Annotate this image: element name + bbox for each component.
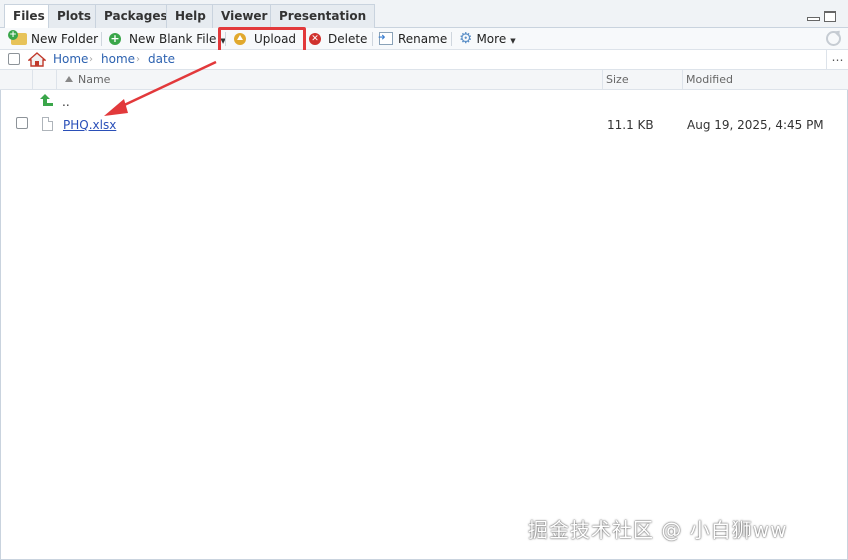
tab-viewer[interactable]: Viewer	[212, 4, 277, 28]
rename-icon	[378, 32, 393, 45]
breadcrumb-home[interactable]: Home	[53, 52, 88, 67]
select-all-checkbox[interactable]	[8, 53, 20, 65]
column-divider	[602, 70, 603, 90]
tab-plots[interactable]: Plots	[48, 4, 101, 28]
minimize-icon[interactable]	[807, 17, 820, 21]
more-label: More	[476, 32, 507, 46]
new-folder-button[interactable]: New Folder	[8, 29, 99, 48]
toolbar-divider	[101, 32, 102, 46]
breadcrumb-separator: ›	[136, 54, 140, 65]
column-divider	[682, 70, 683, 90]
tab-help[interactable]: Help	[166, 4, 215, 28]
new-folder-label: New Folder	[31, 32, 99, 46]
rename-button[interactable]: Rename	[378, 31, 448, 48]
column-modified[interactable]: Modified	[686, 70, 733, 90]
row-checkbox[interactable]	[16, 117, 28, 129]
tab-packages[interactable]: Packages	[95, 4, 177, 28]
more-options-button[interactable]: …	[826, 50, 848, 69]
sort-ascending-icon	[65, 76, 73, 82]
tab-files[interactable]: Files	[4, 4, 54, 29]
toolbar-divider	[372, 32, 373, 46]
new-blank-file-label: New Blank File	[129, 32, 217, 46]
toolbar-divider	[451, 32, 452, 46]
file-size: 11.1 KB	[607, 118, 654, 132]
maximize-icon[interactable]	[824, 11, 836, 22]
file-list-header: Name Size Modified	[0, 70, 848, 90]
column-name-label: Name	[78, 73, 111, 86]
gear-icon: ⚙	[459, 29, 473, 47]
table-row: PHQ.xlsx 11.1 KB Aug 19, 2025, 4:45 PM	[0, 114, 848, 136]
file-modified: Aug 19, 2025, 4:45 PM	[687, 118, 824, 132]
file-icon	[42, 117, 53, 131]
breadcrumb: Home › home › date …	[0, 50, 848, 70]
refresh-icon[interactable]	[826, 31, 841, 46]
home-icon[interactable]	[28, 52, 46, 67]
breadcrumb-home-dir[interactable]: home	[101, 52, 135, 67]
breadcrumb-separator: ›	[89, 54, 93, 65]
tab-presentation[interactable]: Presentation	[270, 4, 376, 28]
column-divider	[56, 70, 57, 90]
column-divider	[32, 70, 33, 90]
window-controls	[806, 11, 836, 23]
caret-down-icon: ▼	[510, 37, 516, 45]
rename-label: Rename	[398, 32, 448, 46]
tab-bar: Files Plots Packages Help Viewer Present…	[0, 0, 848, 29]
delete-label: Delete	[328, 32, 368, 46]
new-blank-file-button[interactable]: + New Blank File ▼	[109, 31, 226, 48]
plus-circle-icon: +	[109, 31, 121, 45]
column-size[interactable]: Size	[606, 70, 629, 90]
watermark-text: 掘金技术社区 @ 小白狮ww	[528, 518, 788, 542]
delete-icon: ✕	[309, 32, 321, 45]
delete-button[interactable]: ✕ Delete	[309, 31, 367, 48]
folder-add-icon	[8, 29, 27, 45]
file-name-link[interactable]: PHQ.xlsx	[63, 118, 116, 132]
arrow-up-icon	[40, 94, 53, 106]
files-toolbar: New Folder +New Blank File▼ Upload ✕Dele…	[0, 28, 848, 50]
parent-directory-row[interactable]: ..	[0, 91, 848, 113]
parent-directory-label: ..	[62, 95, 70, 109]
column-name[interactable]: Name	[65, 70, 110, 90]
more-button[interactable]: ⚙ More ▼	[459, 29, 516, 48]
breadcrumb-date[interactable]: date	[148, 52, 175, 67]
